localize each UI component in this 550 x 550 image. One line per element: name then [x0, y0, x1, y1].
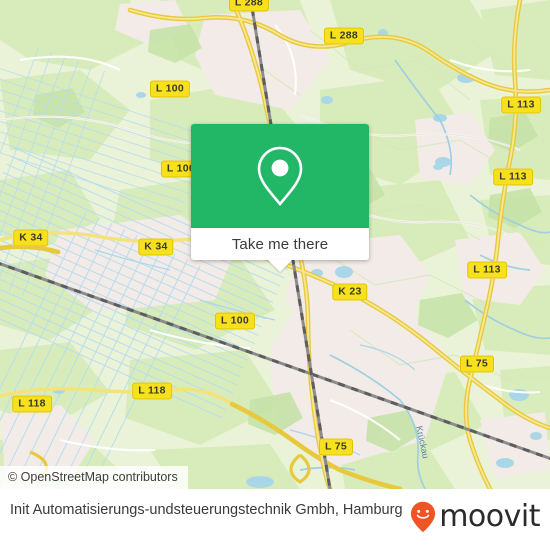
road-shield: K 34	[13, 229, 49, 247]
road-shield: L 288	[228, 0, 270, 12]
road-shield: L 113	[493, 168, 533, 186]
take-me-there-label: Take me there	[231, 235, 329, 253]
road-shield: L 100	[149, 80, 191, 98]
moovit-smiley-pin-icon	[410, 501, 436, 533]
road-shield: L 100	[214, 312, 256, 330]
card-pointer	[268, 260, 292, 272]
moovit-wordmark: moovit	[439, 499, 540, 534]
place-name: Init Automatisierungs-undsteuerungstechn…	[10, 502, 403, 518]
road-shield: K 34	[138, 238, 174, 256]
map-pin-icon	[257, 146, 303, 207]
road-shield: L 75	[318, 438, 354, 456]
road-shield: L 75	[459, 355, 495, 373]
road-shield: L 288	[323, 27, 365, 45]
card-action-area[interactable]: Take me there	[191, 228, 369, 260]
card-icon-area	[191, 124, 369, 228]
osm-attribution[interactable]: © OpenStreetMap contributors	[0, 466, 188, 489]
moovit-map-screenshot: L 288 L 288 L 100 L 113 L 100 L 113 K 34…	[0, 0, 550, 550]
road-shield: L 118	[12, 395, 52, 413]
road-shield: L 113	[501, 96, 541, 114]
road-shield: K 23	[332, 283, 368, 301]
take-me-there-card[interactable]: Take me there	[191, 124, 369, 272]
road-shield: L 118	[132, 382, 172, 400]
road-shield: L 113	[467, 261, 507, 279]
moovit-logo[interactable]: moovit	[410, 500, 540, 534]
